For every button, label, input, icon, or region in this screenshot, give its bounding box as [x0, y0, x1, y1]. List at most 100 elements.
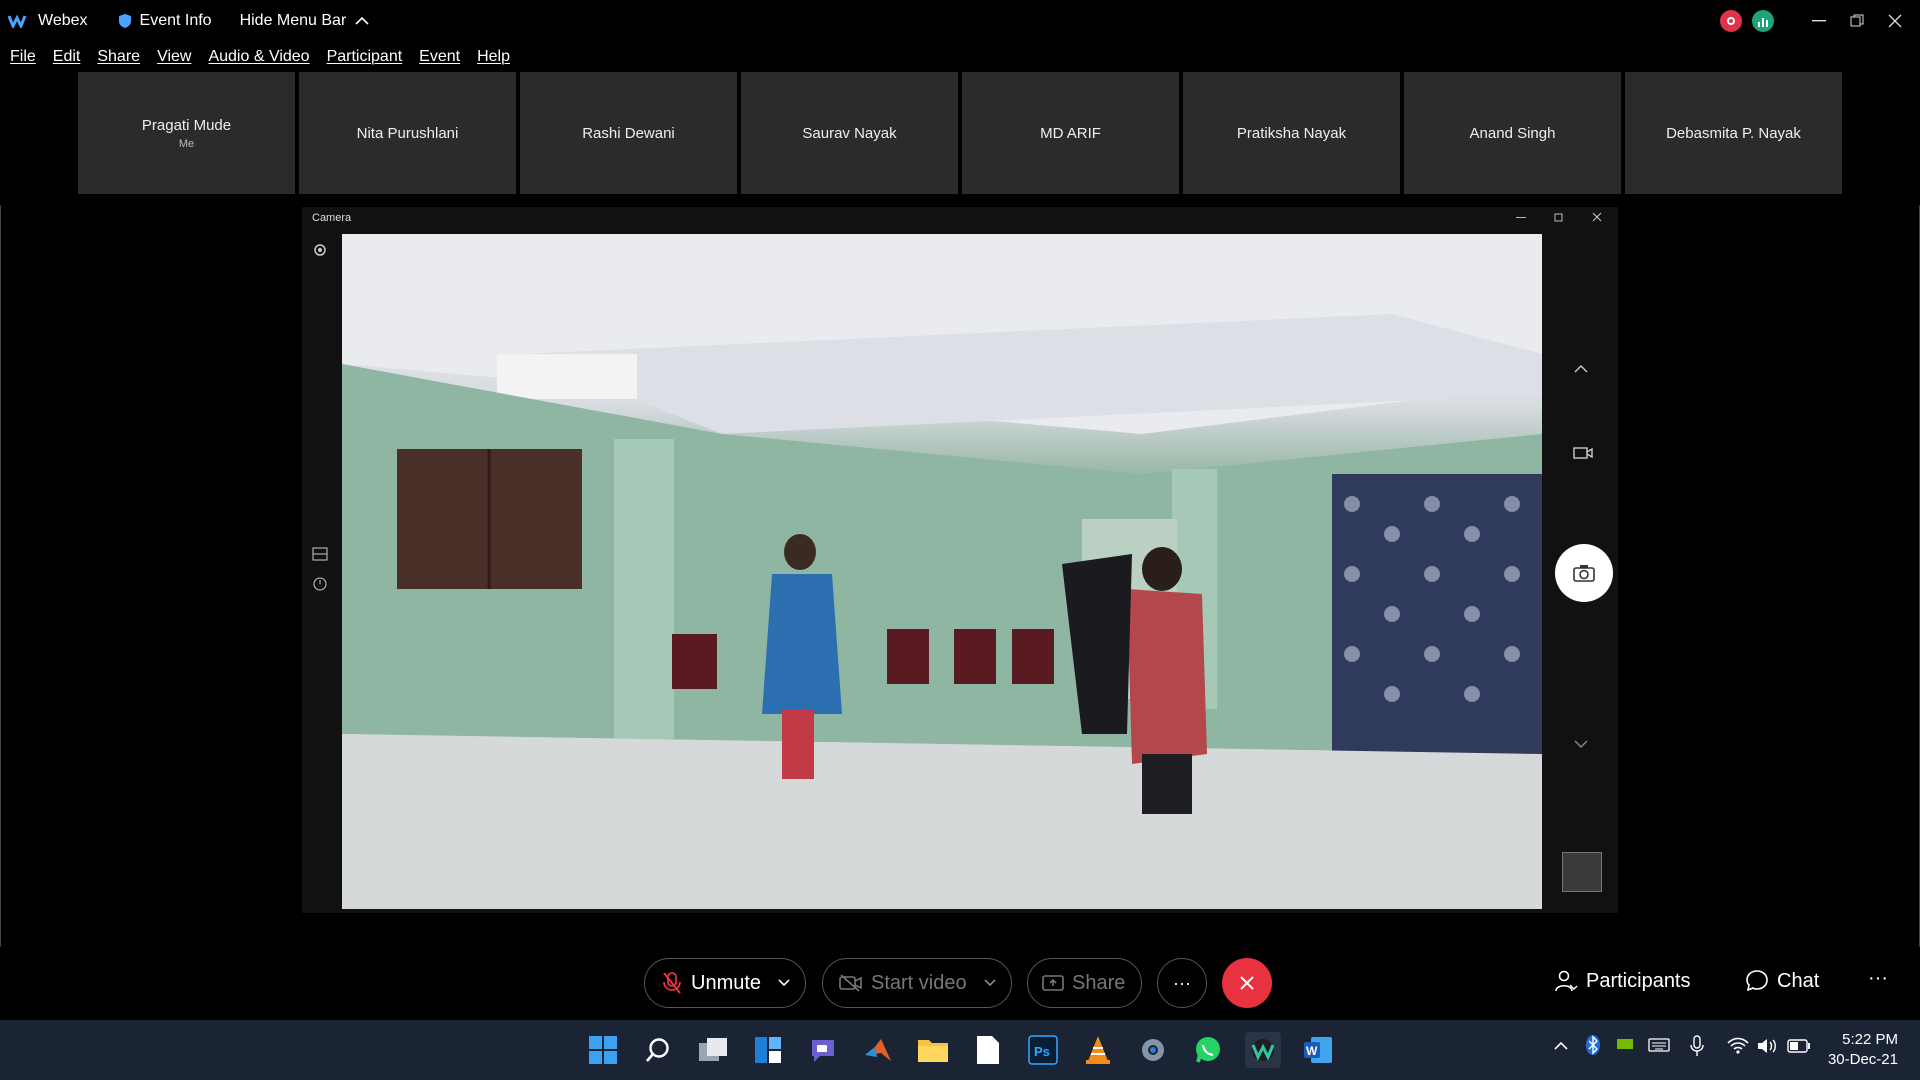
task-view-icon	[699, 1038, 727, 1061]
share-label: Share	[1072, 971, 1126, 994]
settings-app[interactable]	[1135, 1032, 1171, 1068]
camera-close-button[interactable]	[1592, 211, 1602, 225]
matlab-app[interactable]	[860, 1032, 896, 1068]
widgets[interactable]	[750, 1032, 786, 1068]
close-icon	[1240, 976, 1254, 990]
keyboard-tray[interactable]	[1648, 1037, 1670, 1058]
wifi-tray[interactable]	[1727, 1037, 1749, 1060]
battery-icon	[1787, 1039, 1810, 1053]
camera-hdr-button[interactable]	[312, 547, 328, 564]
participant-tile[interactable]: Debasmita P. Nayak	[1625, 72, 1842, 194]
menu-view[interactable]: View	[157, 48, 191, 66]
leave-meeting-button[interactable]	[1222, 958, 1272, 1008]
recording-icon[interactable]	[1720, 10, 1742, 32]
tray-overflow-button[interactable]	[1553, 1038, 1569, 1056]
nvidia-tray[interactable]	[1615, 1036, 1635, 1057]
participants-panel-button[interactable]: Participants	[1554, 969, 1691, 993]
notepad-app[interactable]	[970, 1032, 1006, 1068]
camera-video-feed	[342, 234, 1542, 909]
take-photo-button[interactable]	[1555, 544, 1613, 602]
chat-label: Chat	[1777, 969, 1820, 992]
bluetooth-tray[interactable]	[1585, 1034, 1601, 1061]
gear-icon	[314, 244, 326, 256]
camera-timer-button[interactable]	[312, 575, 328, 594]
close-icon	[1888, 14, 1902, 28]
whatsapp-app[interactable]	[1190, 1032, 1226, 1068]
taskbar-clock[interactable]: 5:22 PM 30-Dec-21	[1828, 1030, 1898, 1070]
hide-menu-bar-button[interactable]: Hide Menu Bar	[240, 12, 371, 30]
connection-stats-icon[interactable]	[1752, 10, 1774, 32]
menu-file[interactable]: File	[10, 48, 36, 66]
close-button[interactable]	[1876, 6, 1914, 36]
shield-icon	[118, 14, 131, 28]
share-screen-icon	[1042, 975, 1064, 991]
participant-tile[interactable]: Pragati Mude Me	[78, 72, 295, 194]
chevron-up-icon	[355, 16, 369, 25]
start-video-button[interactable]: Start video	[822, 958, 1012, 1008]
menu-audio-video[interactable]: Audio & Video	[208, 48, 309, 66]
task-view[interactable]	[695, 1032, 731, 1068]
event-info-button[interactable]: Event Info	[118, 12, 212, 30]
video-mode-icon[interactable]	[1573, 446, 1593, 460]
file-explorer[interactable]	[915, 1032, 951, 1068]
teams-chat[interactable]	[805, 1032, 841, 1068]
minimize-button[interactable]	[1800, 6, 1838, 36]
video-off-icon	[839, 974, 862, 992]
vlc-app[interactable]	[1080, 1032, 1116, 1068]
participant-tile[interactable]: MD ARIF	[962, 72, 1179, 194]
chat-panel-button[interactable]: Chat	[1745, 969, 1819, 993]
chevron-up-icon[interactable]	[1573, 364, 1589, 374]
title-bar: Webex Event Info Hide Menu Bar	[0, 0, 1920, 42]
menu-share[interactable]: Share	[97, 48, 140, 66]
start-video-label: Start video	[871, 971, 967, 994]
more-icon: ···	[1173, 972, 1191, 993]
participants-icon	[1555, 970, 1578, 992]
overflow-icon: ···	[1868, 967, 1888, 989]
participant-name: MD ARIF	[1040, 124, 1101, 142]
participant-name: Saurav Nayak	[802, 124, 897, 142]
microphone-tray[interactable]	[1690, 1035, 1704, 1062]
share-button[interactable]: Share	[1027, 958, 1142, 1008]
menu-event[interactable]: Event	[419, 48, 460, 66]
chevron-down-icon[interactable]	[983, 978, 997, 988]
webex-app[interactable]	[1245, 1032, 1281, 1068]
battery-tray[interactable]	[1787, 1039, 1811, 1058]
menu-edit[interactable]: Edit	[53, 48, 81, 66]
unmute-button[interactable]: Unmute	[644, 958, 806, 1008]
participant-tile[interactable]: Anand Singh	[1404, 72, 1621, 194]
more-options-button[interactable]: ···	[1157, 958, 1207, 1008]
camera-side-controls	[1543, 234, 1618, 909]
overflow-menu-button[interactable]: ···	[1868, 967, 1888, 990]
participant-tile[interactable]: Nita Purushlani	[299, 72, 516, 194]
chevron-down-icon[interactable]	[777, 978, 791, 988]
widgets-icon	[755, 1037, 781, 1063]
restore-button[interactable]	[1838, 6, 1876, 36]
wifi-icon	[1727, 1037, 1749, 1054]
svg-text:W: W	[1306, 1044, 1318, 1058]
camera-window: Camera	[302, 207, 1618, 913]
gear-icon	[1142, 1039, 1164, 1061]
participant-name: Nita Purushlani	[356, 124, 459, 142]
photoshop-app[interactable]: Ps	[1025, 1032, 1061, 1068]
chevron-down-icon[interactable]	[1573, 739, 1589, 749]
participant-tile[interactable]: Rashi Dewani	[520, 72, 737, 194]
participant-tile[interactable]: Pratiksha Nayak	[1183, 72, 1400, 194]
participant-tile[interactable]: Saurav Nayak	[741, 72, 958, 194]
svg-text:Ps: Ps	[1034, 1044, 1050, 1059]
start-button[interactable]	[585, 1032, 621, 1068]
menu-participant[interactable]: Participant	[327, 48, 403, 66]
camera-settings-button[interactable]	[312, 242, 328, 261]
restore-icon	[1850, 14, 1864, 27]
taskbar-search[interactable]	[640, 1032, 676, 1068]
camera-minimize-button[interactable]	[1516, 211, 1526, 225]
word-app[interactable]: W	[1300, 1032, 1336, 1068]
nvidia-icon	[1617, 1039, 1633, 1049]
camera-window-title: Camera	[312, 212, 352, 224]
room-scene-image	[342, 234, 1542, 909]
last-photo-thumbnail[interactable]	[1562, 852, 1602, 892]
volume-tray[interactable]	[1757, 1037, 1779, 1060]
menu-help[interactable]: Help	[477, 48, 510, 66]
framing-grid-icon	[312, 547, 328, 561]
camera-restore-button[interactable]	[1554, 211, 1564, 225]
participants-label: Participants	[1586, 969, 1691, 992]
